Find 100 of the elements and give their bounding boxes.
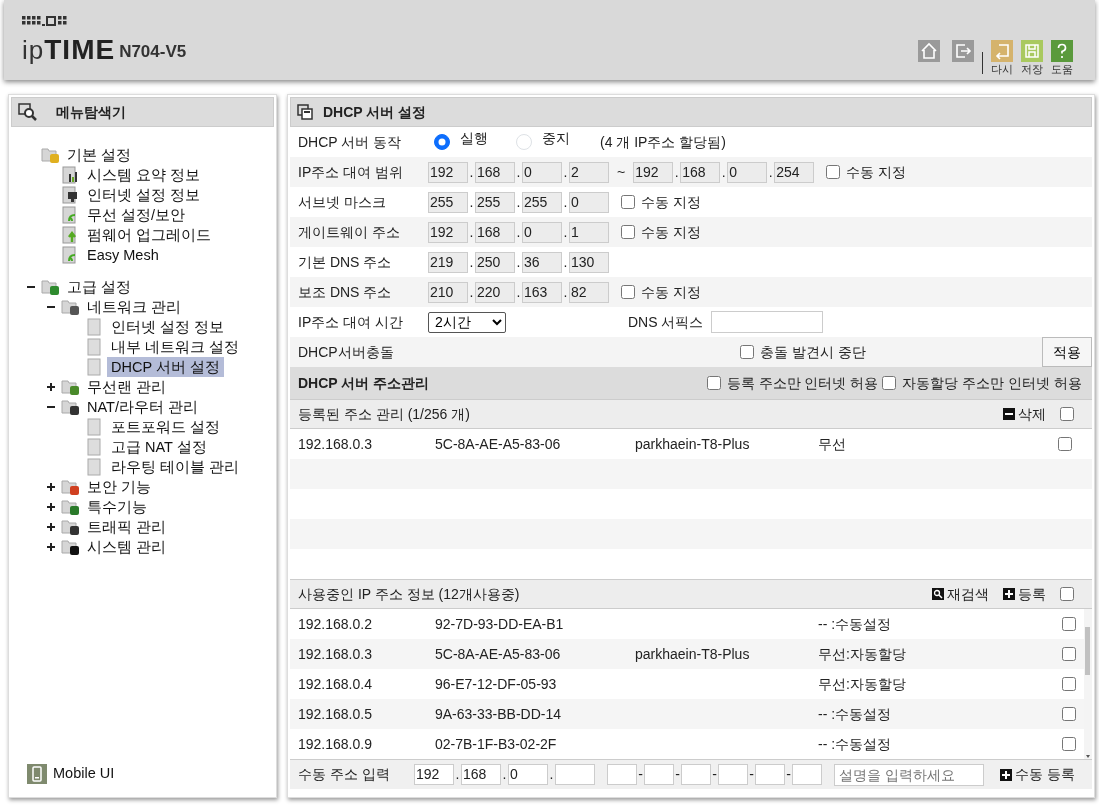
ip-octet-field[interactable]: 192 bbox=[414, 764, 454, 785]
row-checkbox[interactable] bbox=[1062, 677, 1076, 691]
ip-octet-field[interactable]: 192 bbox=[633, 161, 674, 183]
checkbox[interactable] bbox=[882, 376, 897, 390]
radio-button[interactable] bbox=[434, 134, 450, 150]
description-field[interactable]: 설명을 입력하세요 bbox=[834, 763, 984, 786]
tree-item[interactable]: 트래픽 관리 bbox=[83, 517, 171, 537]
ip-octet-field[interactable]: 255 bbox=[428, 191, 468, 213]
expand-icon[interactable] bbox=[46, 522, 56, 532]
ip-octet-field[interactable]: 1 bbox=[569, 221, 609, 243]
ip-octet-field[interactable]: 168 bbox=[461, 764, 501, 785]
ip-octet-field[interactable]: 220 bbox=[475, 281, 515, 303]
ip-octet-field[interactable]: 2 bbox=[569, 161, 609, 183]
checkbox[interactable] bbox=[621, 225, 635, 239]
separator: . bbox=[501, 765, 508, 784]
ip-octet-field[interactable]: 250 bbox=[475, 251, 515, 273]
tree-item[interactable]: 네트워크 관리 bbox=[83, 297, 186, 317]
ip-octet-field[interactable]: 219 bbox=[428, 251, 468, 273]
tree-item[interactable]: 인터넷 설정 정보 bbox=[83, 185, 205, 205]
ip-octet-field[interactable]: 210 bbox=[428, 281, 468, 303]
table-cell-text: 92-7D-93-DD-EA-B1 bbox=[435, 614, 565, 634]
table-cell-text: 무선:자동할당 bbox=[818, 674, 907, 694]
mobile-ui-link[interactable]: Mobile UI bbox=[53, 763, 115, 785]
manual-register-button[interactable]: 수동 등록 bbox=[1000, 764, 1075, 785]
mac-octet-field[interactable] bbox=[644, 764, 674, 785]
logo-text: ipTIME bbox=[22, 36, 116, 64]
scrollbar[interactable] bbox=[1084, 609, 1092, 759]
ip-octet-field[interactable]: 168 bbox=[475, 221, 515, 243]
tree-item[interactable]: 라우팅 테이블 관리 bbox=[107, 457, 244, 477]
row-checkbox[interactable] bbox=[1062, 647, 1076, 661]
folder-icon bbox=[61, 518, 81, 536]
ip-octet-field[interactable]: 163 bbox=[522, 281, 562, 303]
tree-item[interactable]: DHCP 서버 설정 bbox=[107, 357, 224, 377]
delete-button[interactable]: 삭제 bbox=[1003, 403, 1046, 425]
folder-icon bbox=[41, 278, 61, 296]
ip-octet-field[interactable]: 36 bbox=[522, 251, 562, 273]
row-checkbox[interactable] bbox=[1058, 437, 1072, 451]
expand-icon[interactable] bbox=[46, 382, 56, 392]
tree-item[interactable]: 보안 기능 bbox=[83, 477, 156, 497]
checkbox[interactable] bbox=[706, 376, 721, 390]
tree-item[interactable]: 시스템 관리 bbox=[83, 537, 171, 557]
list-title: 등록된 주소 관리 (1/256 개) bbox=[298, 404, 470, 424]
apply-button[interactable]: 적용 bbox=[1042, 337, 1092, 367]
tree-item[interactable]: 포트포워드 설정 bbox=[107, 417, 225, 437]
select-all-checkbox[interactable] bbox=[1060, 407, 1074, 421]
ip-octet-field[interactable]: 192 bbox=[428, 221, 468, 243]
table-cell-text: 무선 bbox=[818, 434, 847, 454]
select-all-checkbox[interactable] bbox=[1060, 587, 1074, 601]
ip-octet-field[interactable]: 0 bbox=[522, 161, 562, 183]
ip-octet-field[interactable]: 255 bbox=[475, 191, 515, 213]
logout-icon[interactable] bbox=[952, 39, 974, 62]
table-cell-text: 192.168.0.9 bbox=[298, 734, 373, 754]
lease-time-select[interactable]: 2시간 bbox=[428, 311, 506, 333]
ip-octet-field[interactable]: 192 bbox=[428, 161, 468, 183]
tree-item[interactable]: 고급 NAT 설정 bbox=[107, 437, 211, 457]
ip-octet-field[interactable]: 0 bbox=[569, 191, 609, 213]
ip-octet-field[interactable]: 82 bbox=[569, 281, 609, 303]
expand-icon[interactable] bbox=[46, 502, 56, 512]
expand-icon[interactable] bbox=[46, 482, 56, 492]
ip-octet-field[interactable]: 0 bbox=[508, 764, 548, 785]
ip-octet-field[interactable]: 130 bbox=[569, 251, 609, 273]
separator: . bbox=[515, 192, 522, 212]
ip-octet-field[interactable] bbox=[555, 764, 595, 785]
checkbox[interactable] bbox=[621, 195, 635, 209]
tree-item[interactable]: 무선 설정/보안 bbox=[83, 205, 190, 225]
dns-suffix-field[interactable] bbox=[711, 311, 824, 333]
ip-octet-field[interactable]: 168 bbox=[475, 161, 515, 183]
tree-item[interactable]: Easy Mesh bbox=[83, 245, 163, 265]
table-cell-text: 192.168.0.5 bbox=[298, 704, 373, 724]
ip-octet-field[interactable]: 0 bbox=[522, 221, 562, 243]
mac-octet-field[interactable] bbox=[681, 764, 711, 785]
tree-item[interactable]: 특수기능 bbox=[83, 497, 151, 517]
home-icon[interactable] bbox=[918, 39, 940, 62]
rescan-button[interactable]: 재검색 bbox=[932, 583, 989, 605]
row-checkbox[interactable] bbox=[1062, 737, 1076, 751]
checkbox[interactable] bbox=[740, 345, 754, 359]
add-button[interactable]: 등록 bbox=[1003, 583, 1046, 605]
ip-octet-field[interactable]: 0 bbox=[727, 161, 768, 183]
row-checkbox[interactable] bbox=[1062, 707, 1076, 721]
tree-item[interactable]: NAT/라우터 관리 bbox=[83, 397, 202, 417]
mac-octet-field[interactable] bbox=[718, 764, 748, 785]
ip-octet-field[interactable]: 254 bbox=[774, 161, 815, 183]
mac-octet-field[interactable] bbox=[607, 764, 637, 785]
mac-octet-field[interactable] bbox=[792, 764, 822, 785]
checkbox[interactable] bbox=[621, 285, 635, 299]
tree-item[interactable]: 펌웨어 업그레이드 bbox=[83, 225, 216, 245]
tree-item[interactable]: 고급 설정 bbox=[63, 277, 136, 297]
tree-item[interactable]: 기본 설정 bbox=[63, 145, 136, 165]
tree-item[interactable]: 무선랜 관리 bbox=[83, 377, 171, 397]
tree-item[interactable]: 시스템 요약 정보 bbox=[83, 165, 205, 185]
folder-icon bbox=[61, 378, 81, 396]
tree-item[interactable]: 내부 네트워크 설정 bbox=[107, 337, 244, 357]
tree-item[interactable]: 인터넷 설정 정보 bbox=[107, 317, 229, 337]
row-checkbox[interactable] bbox=[1062, 617, 1076, 631]
mac-octet-field[interactable] bbox=[755, 764, 785, 785]
ip-octet-field[interactable]: 255 bbox=[522, 191, 562, 213]
ip-octet-field[interactable]: 168 bbox=[680, 161, 721, 183]
expand-icon[interactable] bbox=[46, 542, 56, 552]
folder-icon bbox=[61, 498, 81, 516]
checkbox[interactable] bbox=[826, 165, 841, 179]
